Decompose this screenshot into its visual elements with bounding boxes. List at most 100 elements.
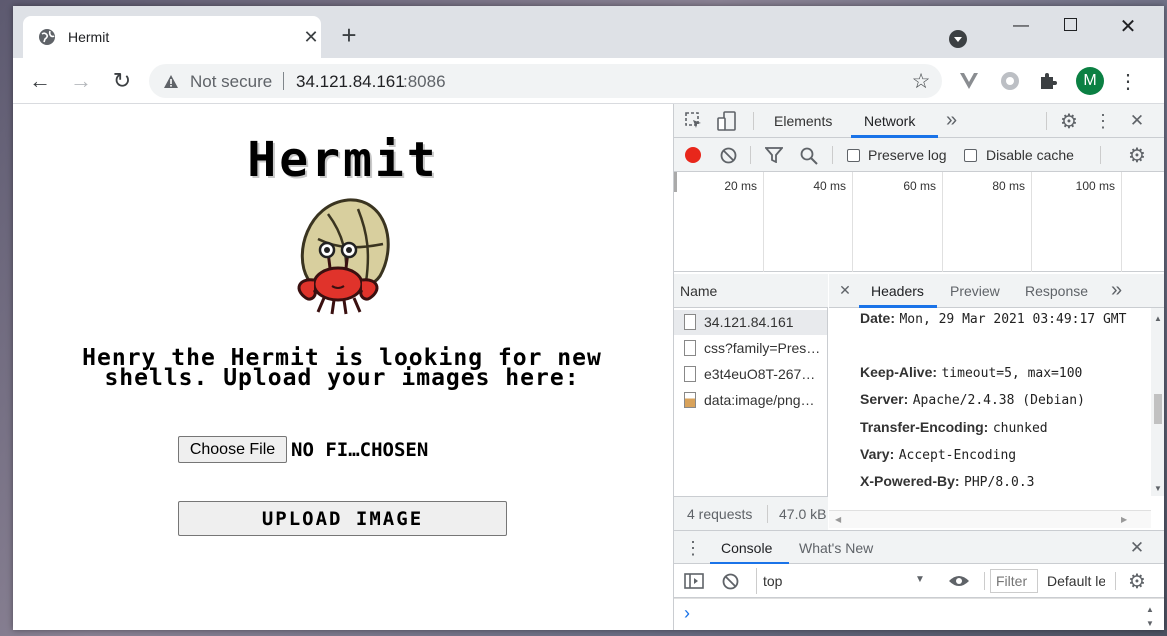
reload-icon[interactable]: ↻ [109,68,135,94]
header-value: Accept-Encoding [898,448,1017,463]
more-detail-tabs-icon[interactable]: » [1111,279,1122,302]
close-drawer-icon[interactable]: ✕ [1127,537,1147,559]
back-icon[interactable]: ← [27,68,53,94]
header-value: Apache/2.4.38 (Debian) [912,393,1085,408]
inspect-element-icon[interactable] [684,111,704,131]
device-toolbar-icon[interactable] [716,111,738,131]
scroll-up-arrow[interactable]: ▲ [1154,314,1162,323]
bookmark-star-icon[interactable]: ☆ [909,69,933,93]
network-settings-gear-icon[interactable]: ⚙ [1126,144,1148,167]
drawer-menu-icon[interactable]: ⋮ [684,537,702,559]
new-tab-icon[interactable]: + [336,20,362,50]
header-row: Server: Apache/2.4.38 (Debian) [860,391,1151,409]
vue-extension-icon[interactable] [958,70,980,92]
headers-scroll-area: Date: Mon, 29 Mar 2021 03:49:17 GMT Keep… [829,308,1151,496]
document-icon [684,340,696,356]
preserve-log-checkbox[interactable] [847,149,860,162]
document-icon [684,314,696,330]
maximize-icon[interactable] [1064,18,1077,31]
settings-gear-icon[interactable]: ⚙ [1058,110,1080,133]
timeline-overview[interactable]: 20 ms 40 ms 60 ms 80 ms 100 ms [674,172,1164,272]
header-name: X-Powered-By: [860,473,960,489]
request-row[interactable]: 34.121.84.161 [674,310,827,335]
header-name: Vary: [860,446,895,462]
devtools-menu-icon[interactable]: ⋮ [1094,110,1112,132]
forward-icon[interactable]: → [68,68,94,94]
search-icon[interactable] [799,146,819,166]
timeline-tick: 20 ms [674,172,764,272]
header-row: Keep-Alive: timeout=5, max=100 [860,364,1151,382]
close-detail-icon[interactable]: ✕ [837,281,853,299]
log-levels-dropdown[interactable]: Default levels [1047,573,1105,589]
tab-whats-new[interactable]: What's New [799,540,873,556]
minimize-icon[interactable]: — [1009,14,1033,38]
tab-preview[interactable]: Preview [950,283,1000,299]
clear-icon[interactable] [719,146,737,164]
browser-menu-icon[interactable]: ⋮ [1118,68,1138,94]
header-row: Date: Mon, 29 Mar 2021 03:49:17 GMT [860,310,1151,328]
close-devtools-icon[interactable]: ✕ [1127,110,1147,132]
header-value: PHP/8.0.3 [964,475,1035,490]
toolbar-separator [1100,146,1101,164]
context-selector[interactable]: top ▼ [756,568,928,594]
close-window-icon[interactable]: ✕ [1116,14,1140,38]
scroll-down-arrow[interactable]: ▼ [1154,484,1162,493]
console-scroll-up-arrow[interactable]: ▲ [1146,605,1154,614]
toolbar-separator [750,146,751,164]
context-value: top [763,573,783,589]
globe-icon [37,27,57,47]
vertical-scrollbar[interactable]: ▲ ▼ [1151,308,1164,496]
extensions-puzzle-icon[interactable] [1037,70,1059,92]
console-toolbar: top ▼ Default levels ⚙ [674,564,1164,598]
sidebar-toggle-icon[interactable] [684,572,704,590]
tab-console[interactable]: Console [721,540,772,556]
clear-console-icon[interactable] [721,572,739,590]
scroll-right-arrow[interactable]: ▶ [1121,515,1127,524]
filter-icon[interactable] [764,146,784,164]
eye-icon[interactable] [948,572,970,590]
toolbar-separator [1046,112,1047,130]
tab-strip: Hermit ✕ + — ✕ [13,6,1164,58]
avatar[interactable]: M [1076,67,1104,95]
more-tabs-icon[interactable]: » [946,109,957,132]
request-name: e3t4euO8T-267… [704,366,816,382]
browser-window: Hermit ✕ + — ✕ ← → ↻ Not secure 34.121.8… [13,6,1164,630]
timeline-tick: 100 ms [1032,172,1122,272]
request-row[interactable]: css?family=Pres… [674,336,827,361]
request-row[interactable]: data:image/png… [674,388,827,413]
hermit-crab-image [288,194,398,316]
address-bar[interactable]: Not secure 34.121.84.161 :8086 ☆ [149,64,942,98]
horizontal-scrollbar[interactable]: ◀ ▶ [829,510,1151,528]
name-column-header[interactable]: Name [674,274,828,308]
toolbar-separator [832,146,833,164]
console-scroll-down-arrow[interactable]: ▼ [1146,619,1154,628]
console-settings-gear-icon[interactable]: ⚙ [1126,570,1148,593]
address-divider [283,72,284,90]
disable-cache-checkbox[interactable] [964,149,977,162]
header-row: X-Powered-By: PHP/8.0.3 [860,473,1151,491]
header-value: timeout=5, max=100 [941,366,1083,381]
detail-tabbar: ✕ Headers Preview Response » [829,274,1164,308]
header-row: Vary: Accept-Encoding [860,446,1151,464]
devtools-tabbar: Elements Network » ⚙ ⋮ ✕ [674,104,1164,138]
tab-network[interactable]: Network [864,113,915,129]
browser-tab[interactable]: Hermit ✕ [23,16,321,58]
scroll-left-arrow[interactable]: ◀ [835,515,841,524]
tab-close-icon[interactable]: ✕ [301,27,321,47]
tab-elements[interactable]: Elements [774,113,832,129]
extension-gear-icon[interactable] [999,70,1021,92]
console-prompt-area[interactable]: › ▲ ▼ [674,598,1164,630]
tab-search-icon[interactable] [946,27,970,51]
header-name: Keep-Alive: [860,364,938,380]
tab-headers[interactable]: Headers [871,283,924,299]
upload-image-button[interactable]: UPLOAD IMAGE [178,501,507,536]
image-file-icon [684,392,696,408]
request-row[interactable]: e3t4euO8T-267… [674,362,827,387]
console-filter-input[interactable] [990,569,1038,593]
console-prompt-icon: › [684,603,690,623]
choose-file-button[interactable]: Choose File [178,436,287,463]
tab-response[interactable]: Response [1025,283,1088,299]
scroll-thumb[interactable] [1154,394,1162,424]
record-icon[interactable] [685,147,701,163]
request-list: Name 34.121.84.161 css?family=Pres… e3t4eu… [674,274,828,530]
